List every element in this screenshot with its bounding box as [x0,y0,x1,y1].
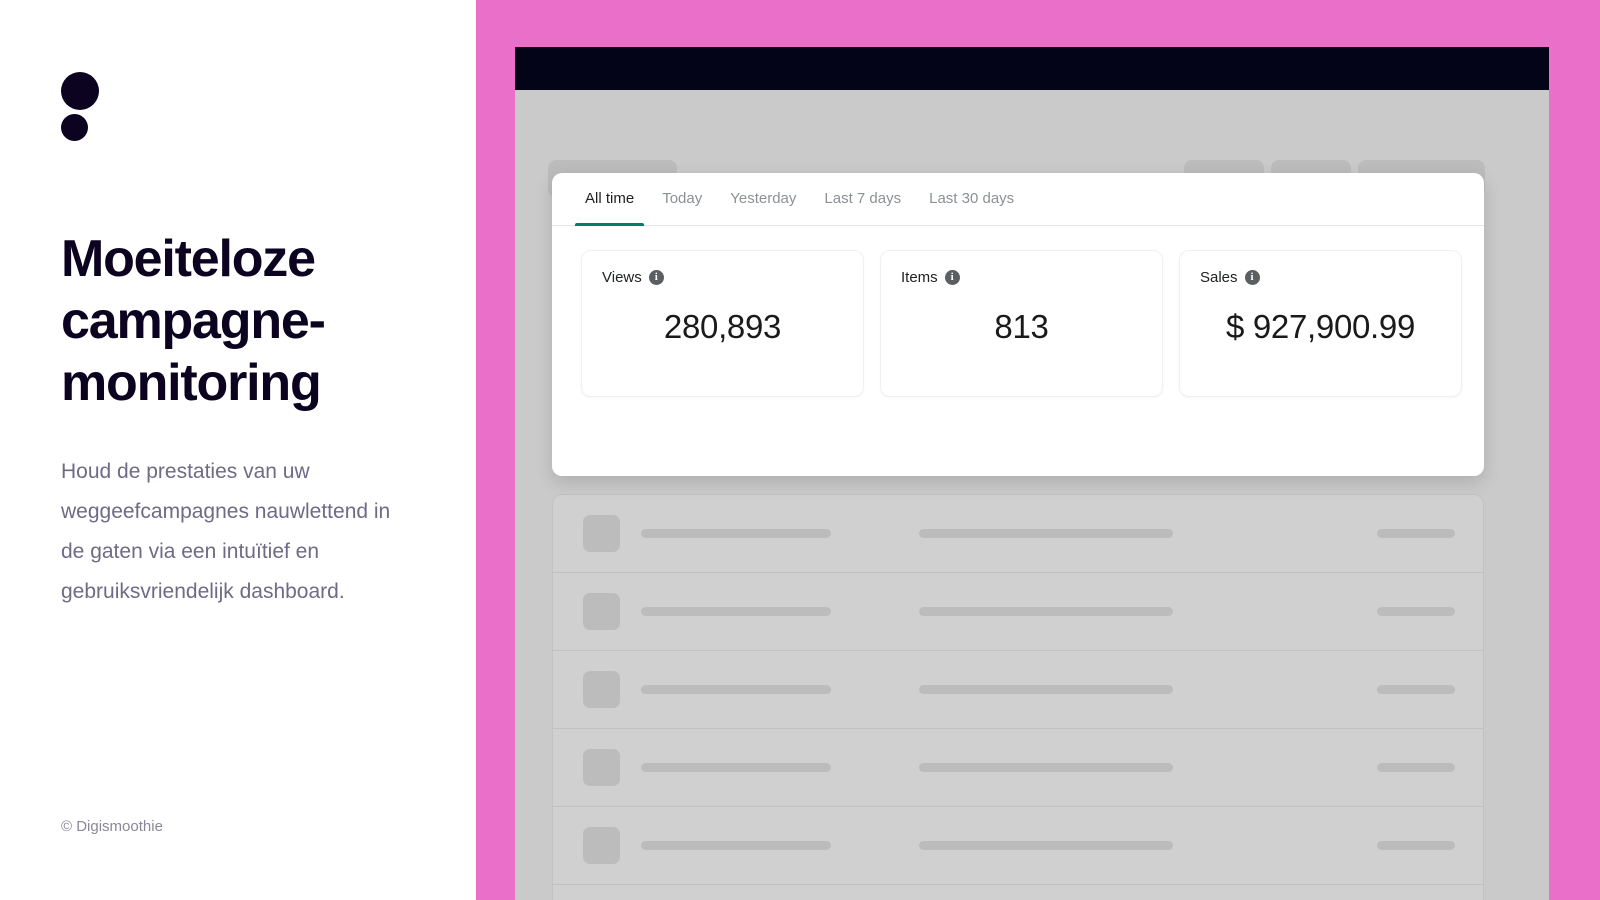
table-row[interactable] [553,729,1483,807]
table-row[interactable] [553,573,1483,651]
stat-card-items: Items i 813 [880,250,1163,397]
stat-items-value: 813 [994,308,1049,345]
tab-all-time[interactable]: All time [571,173,648,226]
row-bar-primary [641,607,831,616]
tab-yesterday[interactable]: Yesterday [716,173,810,226]
stat-card-views: Views i 280,893 [581,250,864,397]
row-bar-secondary [919,763,1173,772]
stat-cards: Views i 280,893 Items i 813 Sales i $ 92… [552,226,1484,397]
stat-items-header: Items i [901,269,1142,286]
table-row[interactable] [553,651,1483,729]
row-bar-primary [641,685,831,694]
mockup-topbar [515,47,1549,90]
table-row[interactable] [553,495,1483,573]
date-range-tabs: All time Today Yesterday Last 7 days Las… [552,173,1484,226]
tab-yesterday-label: Yesterday [730,190,797,207]
tab-last-30-days[interactable]: Last 30 days [915,173,1028,226]
stat-sales-header: Sales i [1200,269,1441,286]
logo-dot-large [61,72,99,110]
tab-last-7-days-label: Last 7 days [824,190,902,207]
row-bar-trailing [1377,529,1455,538]
row-bar-secondary [919,841,1173,850]
info-icon[interactable]: i [1244,270,1260,285]
info-icon[interactable]: i [944,270,960,285]
row-bar-trailing [1377,607,1455,616]
row-thumbnail [583,515,620,552]
table-row[interactable] [553,885,1483,900]
row-bar-primary [641,529,831,538]
row-bar-secondary [919,529,1173,538]
stat-items-label: Items [901,269,938,286]
tab-all-time-label: All time [585,190,635,207]
row-bar-primary [641,841,831,850]
page-subcopy: Houd de prestaties van uw weggeefcampagn… [61,460,391,603]
tab-last-30-days-label: Last 30 days [929,190,1015,207]
stats-panel: All time Today Yesterday Last 7 days Las… [552,173,1484,476]
info-icon[interactable]: i [648,270,664,285]
row-thumbnail [583,827,620,864]
stat-views-label: Views [602,269,642,286]
row-bar-trailing [1377,685,1455,694]
tab-today-label: Today [662,190,703,207]
stat-card-sales: Sales i $ 927,900.99 [1179,250,1462,397]
row-bar-primary [641,763,831,772]
stat-views-header: Views i [602,269,843,286]
stat-sales-value: $ 927,900.99 [1225,308,1416,345]
row-thumbnail [583,749,620,786]
copyright-notice: © Digismoothie [61,818,163,835]
row-bar-trailing [1377,841,1455,850]
row-bar-trailing [1377,763,1455,772]
row-thumbnail [583,593,620,630]
tab-last-7-days[interactable]: Last 7 days [810,173,915,226]
table-row[interactable] [553,807,1483,885]
stat-sales-label: Sales [1200,269,1238,286]
marketing-panel: Moeiteloze campagne-monitoring Houd de p… [0,0,476,900]
row-thumbnail [583,671,620,708]
skeleton-list [552,494,1484,900]
row-bar-secondary [919,685,1173,694]
app-mockup: All time Today Yesterday Last 7 days Las… [515,47,1549,900]
tab-today[interactable]: Today [648,173,716,226]
row-bar-secondary [919,607,1173,616]
page-root: All time Today Yesterday Last 7 days Las… [0,0,1600,900]
digismoothie-logo-icon [61,72,99,141]
page-title: Moeiteloze campagne-monitoring [61,230,326,412]
logo-dot-small [61,114,88,141]
stat-views-value: 280,893 [663,308,782,345]
